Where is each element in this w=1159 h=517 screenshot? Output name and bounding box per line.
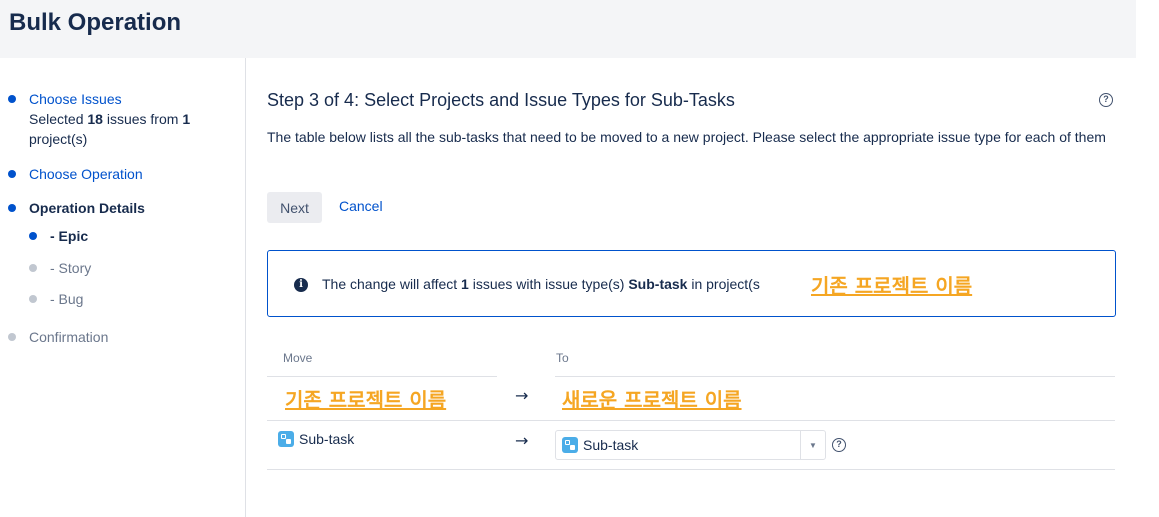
project-count: 1 (182, 111, 191, 127)
info-icon: i (294, 278, 308, 292)
selected-count: 18 (87, 111, 103, 127)
confirmation-label: Confirmation (29, 329, 109, 345)
row-divider (267, 469, 1115, 470)
step-complete-dot (8, 95, 16, 103)
selected-summary: Selected 18 issues from 1 project(s) (29, 111, 191, 147)
old-project-name: 기존 프로젝트 이름 (285, 388, 447, 412)
arrow-icon: → (515, 386, 529, 405)
step-pending-dot (8, 333, 16, 341)
sidebar-subitem-story: - Story (29, 258, 91, 278)
affected-type: Sub-task (628, 276, 688, 292)
info-text: The change will affect 1 issues with iss… (322, 276, 760, 292)
column-header-move: Move (283, 351, 313, 365)
step-description: The table below lists all the sub-tasks … (267, 129, 1106, 145)
sub-story-label: - Story (50, 260, 92, 276)
sidebar-divider (245, 58, 246, 517)
substep-pending-dot (29, 264, 37, 272)
step-complete-dot (8, 170, 16, 178)
step-current-dot (8, 204, 16, 212)
selected-type-label: Sub-task (583, 437, 639, 453)
from-type-label: Sub-task (299, 431, 355, 447)
old-project-annotation: 기존 프로젝트 이름 (811, 274, 973, 298)
arrow-icon: → (515, 431, 529, 450)
issue-type-select[interactable]: Sub-task ▼ (555, 430, 826, 460)
substep-current-dot (29, 232, 37, 240)
help-icon[interactable]: ? (832, 438, 846, 452)
header-divider (555, 376, 1115, 377)
column-header-to: To (556, 351, 569, 365)
info-message: i The change will affect 1 issues with i… (267, 250, 1116, 317)
sidebar-item-choose-operation[interactable]: Choose Operation (8, 164, 143, 184)
sidebar-item-confirmation: Confirmation (8, 327, 108, 347)
page-title: Bulk Operation (9, 9, 182, 36)
new-project-name: 새로운 프로젝트 이름 (562, 388, 742, 412)
page-header: Bulk Operation (0, 0, 1136, 58)
subtask-icon (562, 437, 578, 453)
cancel-link[interactable]: Cancel (339, 198, 383, 214)
header-divider (267, 376, 497, 377)
next-button[interactable]: Next (267, 192, 322, 223)
substep-pending-dot (29, 295, 37, 303)
chevron-down-icon[interactable]: ▼ (800, 431, 825, 459)
sidebar-subitem-bug: - Bug (29, 289, 83, 309)
sub-bug-label: - Bug (50, 291, 84, 307)
affected-count: 1 (461, 276, 469, 292)
row-divider (267, 420, 1115, 421)
sidebar-item-operation-details: Operation Details (8, 198, 145, 218)
from-issue-type: Sub-task (278, 431, 354, 447)
choose-operation-link[interactable]: Choose Operation (29, 164, 143, 184)
sidebar-item-choose-issues[interactable]: Choose Issues Selected 18 issues from 1p… (8, 89, 190, 149)
step-title: Step 3 of 4: Select Projects and Issue T… (267, 90, 735, 110)
choose-issues-link[interactable]: Choose Issues (29, 89, 190, 109)
sub-epic-label: - Epic (50, 228, 89, 244)
subtask-icon (278, 431, 294, 447)
sidebar-subitem-epic: - Epic (29, 226, 88, 246)
help-icon[interactable]: ? (1099, 93, 1113, 107)
operation-details-label: Operation Details (29, 200, 145, 216)
